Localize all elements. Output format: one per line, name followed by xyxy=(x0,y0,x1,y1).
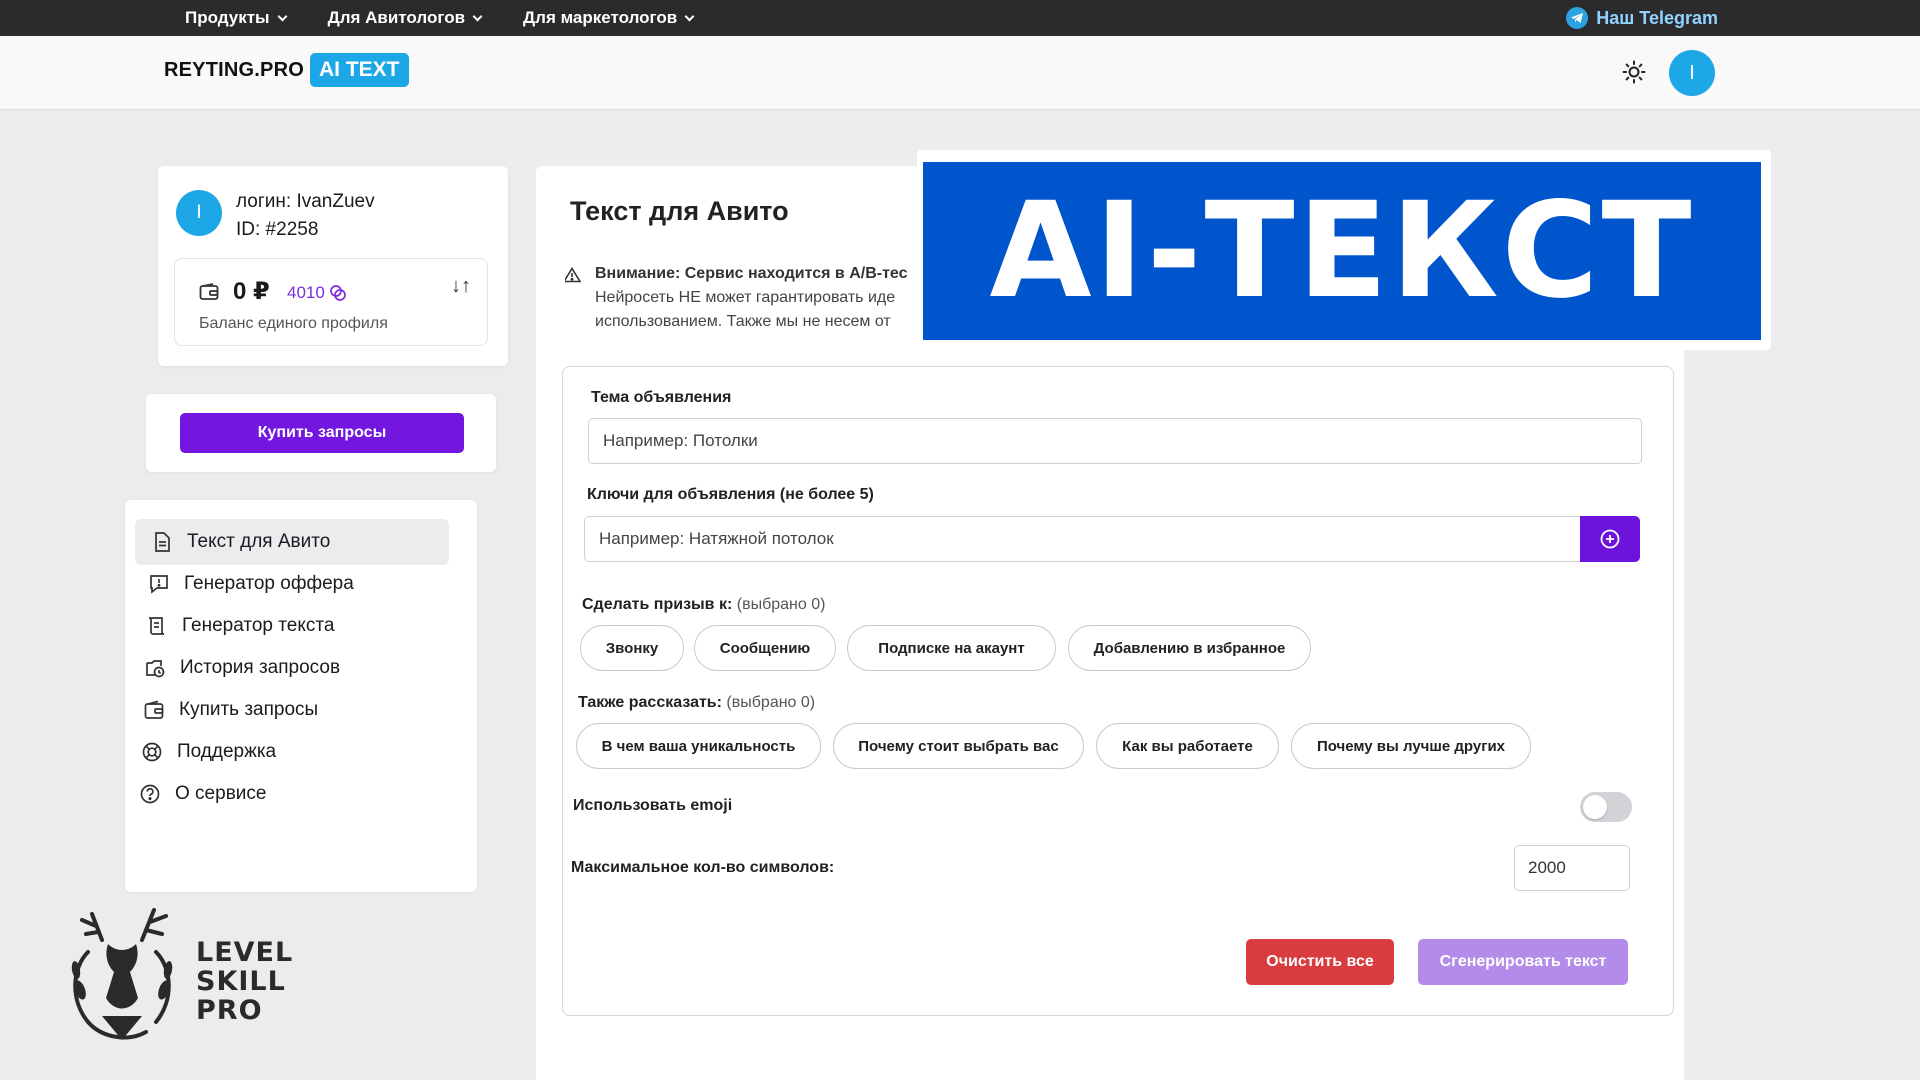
emoji-toggle[interactable] xyxy=(1580,792,1632,822)
warning-notice: Внимание: Сервис находится в A/B-тес Ней… xyxy=(565,262,925,334)
top-bar: Продукты Для Авитологов Для маркетологов… xyxy=(0,0,1920,36)
top-nav: Продукты Для Авитологов Для маркетологов xyxy=(185,0,695,36)
chevron-down-icon xyxy=(684,11,695,21)
telegram-link[interactable]: Наш Telegram xyxy=(1566,0,1718,36)
tell-chip-why-better[interactable]: Почему вы лучше других xyxy=(1291,723,1531,769)
wallet-icon xyxy=(144,700,164,719)
max-chars-input[interactable]: 2000 xyxy=(1514,845,1630,891)
sidebar-item-label: Поддержка xyxy=(177,741,277,762)
coins-icon xyxy=(329,285,346,301)
wallet-icon xyxy=(199,283,219,300)
cta-chip-subscribe[interactable]: Подписке на акаунт xyxy=(847,625,1056,671)
tell-chip-uniqueness[interactable]: В чем ваша уникальность xyxy=(576,723,821,769)
document-icon xyxy=(155,532,170,552)
clear-all-button[interactable]: Очистить все xyxy=(1246,939,1394,985)
sidebar-item-history[interactable]: История запросов xyxy=(128,645,442,691)
sidebar-item-label: История запросов xyxy=(180,657,341,678)
warning-title: Внимание: Сервис находится в A/B-тес xyxy=(595,265,908,282)
sidebar-item-support[interactable]: Поддержка xyxy=(125,729,439,775)
sidebar-item-buy[interactable]: Купить запросы xyxy=(127,687,441,733)
tell-chip-why-choose[interactable]: Почему стоит выбрать вас xyxy=(833,723,1084,769)
avatar: I xyxy=(176,190,222,236)
emoji-label: Использовать emoji xyxy=(573,797,733,814)
title-banner: AI-ТЕКСТ xyxy=(917,150,1771,350)
page-title: Текст для Авито xyxy=(570,196,789,226)
topic-input[interactable]: Например: Потолки xyxy=(588,418,1642,464)
history-icon xyxy=(146,660,165,678)
cta-chip-favorite[interactable]: Добавлению в избранное xyxy=(1068,625,1311,671)
header: REYTING.PRO AI TEXT I xyxy=(0,36,1920,110)
swap-icon[interactable]: ↓↑ xyxy=(451,275,471,298)
sidebar-item-label: Купить запросы xyxy=(179,699,319,720)
sidebar-item-offer-generator[interactable]: Генератор оффера xyxy=(132,561,446,607)
sidebar-item-label: Текст для Авито xyxy=(187,531,331,552)
profile-id: ID: #2258 xyxy=(236,219,319,240)
balance-rub: 0 ₽ xyxy=(233,278,270,305)
banner-block: AI-ТЕКСТ xyxy=(923,162,1761,340)
sidebar-item-label: О сервисе xyxy=(175,783,267,804)
tell-count: (выбрано 0) xyxy=(726,694,816,711)
brand-badge: AI TEXT xyxy=(310,53,409,87)
keys-input[interactable]: Например: Натяжной потолок xyxy=(584,516,1581,562)
watermark-text: LEVEL SKILL PRO xyxy=(196,937,294,1026)
theme-toggle-sun-icon[interactable] xyxy=(1622,60,1646,84)
add-key-button[interactable] xyxy=(1580,516,1640,562)
balance-label: Баланс единого профиля xyxy=(199,315,388,332)
user-avatar[interactable]: I xyxy=(1669,50,1715,96)
deer-logo-icon xyxy=(71,908,173,1040)
cta-count: (выбрано 0) xyxy=(736,596,826,613)
sidebar-menu: Текст для Авито Генератор оффера Генерат… xyxy=(125,500,477,892)
tell-chip-how-work[interactable]: Как вы работаете xyxy=(1096,723,1279,769)
scroll-icon xyxy=(148,617,165,635)
banner-text: AI-ТЕКСТ xyxy=(989,174,1695,328)
cta-chip-call[interactable]: Звонку xyxy=(580,625,684,671)
warning-line: Нейросеть НЕ может гарантировать иде xyxy=(595,289,896,306)
sidebar-item-text-generator[interactable]: Генератор текста xyxy=(130,603,444,649)
profile-card: I логин: IvanZuev ID: #2258 0 ₽ 4010 ↓↑ … xyxy=(158,166,508,366)
message-icon xyxy=(150,575,168,594)
cta-chip-message[interactable]: Сообщению xyxy=(694,625,836,671)
balance-box: 0 ₽ 4010 ↓↑ Баланс единого профиля xyxy=(174,258,488,346)
chevron-down-icon xyxy=(472,11,483,21)
cta-label: Сделать призыв к: (выбрано 0) xyxy=(582,596,826,613)
max-chars-label: Максимальное кол-во символов: xyxy=(571,859,835,876)
sidebar-item-about[interactable]: О сервисе xyxy=(123,771,437,817)
sidebar-item-label: Генератор оффера xyxy=(184,573,354,594)
sidebar-item-avito-text[interactable]: Текст для Авито xyxy=(135,519,449,565)
topic-label: Тема объявления xyxy=(591,389,732,406)
warning-icon xyxy=(565,267,581,283)
sidebar-item-label: Генератор текста xyxy=(182,615,335,636)
lifebuoy-icon xyxy=(142,742,162,762)
brand-name: REYTING.PRO xyxy=(164,58,304,81)
coins-balance: 4010 xyxy=(287,283,347,303)
nav-avitologists[interactable]: Для Авитологов xyxy=(328,8,483,28)
profile-info: логин: IvanZuev ID: #2258 xyxy=(236,188,375,244)
generate-text-button[interactable]: Сгенерировать текст xyxy=(1418,939,1628,985)
brand-logo[interactable]: REYTING.PRO AI TEXT xyxy=(164,53,409,87)
nav-products[interactable]: Продукты xyxy=(185,8,288,28)
buy-requests-button[interactable]: Купить запросы xyxy=(180,413,464,453)
nav-marketers[interactable]: Для маркетологов xyxy=(523,8,695,28)
tell-label: Также рассказать: (выбрано 0) xyxy=(578,694,816,711)
buy-card: Купить запросы xyxy=(146,394,496,472)
help-icon xyxy=(140,784,160,804)
keys-label: Ключи для объявления (не более 5) xyxy=(587,486,874,503)
warning-line: использованием. Также мы не несем от xyxy=(595,313,891,330)
telegram-icon xyxy=(1566,7,1589,29)
chevron-down-icon xyxy=(277,11,288,21)
profile-login: логин: IvanZuev xyxy=(236,191,375,212)
plus-circle-icon xyxy=(1600,529,1620,549)
